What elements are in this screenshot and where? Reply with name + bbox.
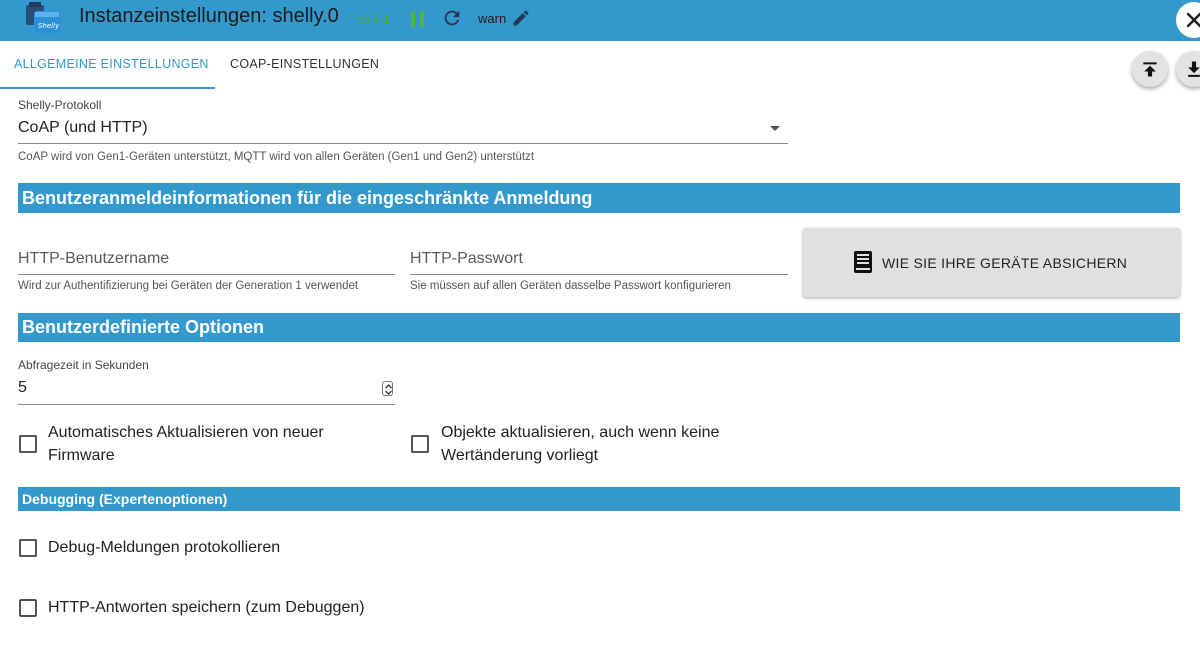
download-icon <box>1188 61 1200 77</box>
http-password-field[interactable]: HTTP-Passwort <box>410 250 523 268</box>
version-label: v6.6.1 <box>357 12 390 26</box>
http-username-helper: Wird zur Authentifizierung bei Geräten d… <box>18 280 359 292</box>
log-debug-label: Debug-Meldungen protokollieren <box>48 539 281 556</box>
protocol-helper-text: CoAP wird von Gen1-Geräten unterstützt, … <box>18 151 535 163</box>
upload-settings-button[interactable] <box>1132 51 1168 87</box>
svg-text:Shelly: Shelly <box>38 22 60 30</box>
reload-icon[interactable] <box>441 7 463 29</box>
page-title: Instanzeinstellungen: shelly.0 <box>79 5 339 27</box>
save-http-checkbox[interactable] <box>19 599 37 617</box>
update-unchanged-label: Objekte aktualisieren, auch wenn keine W… <box>441 424 720 464</box>
section-header-credentials: Benutzeranmeldeinformationen für die ein… <box>18 183 1180 213</box>
active-tab-indicator <box>0 87 215 89</box>
tab-coap-settings[interactable]: COAP-EINSTELLUNGEN <box>230 57 379 71</box>
section-header-custom-options: Benutzerdefinierte Optionen <box>18 313 1180 342</box>
poll-interval-underline <box>18 404 395 405</box>
save-http-label: HTTP-Antworten speichern (zum Debuggen) <box>48 599 365 616</box>
protocol-select-underline <box>18 143 788 144</box>
shelly-logo-icon: Shelly <box>22 1 62 37</box>
book-icon <box>854 251 872 273</box>
log-debug-checkbox[interactable] <box>19 539 37 557</box>
app-header: Shelly Instanzeinstellungen: shelly.0 v6… <box>0 0 1200 41</box>
log-level-label: warn <box>478 11 507 26</box>
http-username-field[interactable]: HTTP-Benutzername <box>18 250 169 268</box>
http-password-underline <box>410 274 788 275</box>
auto-update-checkbox[interactable] <box>19 435 37 453</box>
close-button[interactable] <box>1176 2 1200 38</box>
http-password-helper: Sie müssen auf allen Geräten dasselbe Pa… <box>410 280 731 292</box>
section-header-debugging: Debugging (Expertenoptionen) <box>18 487 1180 511</box>
pencil-icon[interactable] <box>511 8 531 28</box>
protocol-label: Shelly-Protokoll <box>18 98 102 112</box>
number-stepper[interactable] <box>382 381 393 396</box>
upload-to-top-icon <box>1143 62 1157 77</box>
http-username-underline <box>18 274 395 275</box>
protocol-select[interactable]: CoAP (und HTTP) <box>18 119 148 137</box>
pause-icon[interactable] <box>411 11 425 27</box>
close-icon <box>1186 12 1200 28</box>
update-unchanged-checkbox[interactable] <box>411 435 429 453</box>
secure-devices-guide-label: WIE SIE IHRE GERÄTE ABSICHERN <box>882 255 1128 271</box>
tab-general-settings[interactable]: ALLGEMEINE EINSTELLUNGEN <box>14 57 209 71</box>
tab-bar: ALLGEMEINE EINSTELLUNGEN COAP-EINSTELLUN… <box>0 41 1200 89</box>
stepper-arrows-icon <box>385 384 392 395</box>
poll-interval-input[interactable]: 5 <box>18 379 27 397</box>
auto-update-label: Automatisches Aktualisieren von neuer Fi… <box>48 424 324 464</box>
secure-devices-guide-button[interactable]: WIE SIE IHRE GERÄTE ABSICHERN <box>803 228 1180 297</box>
chevron-down-icon[interactable] <box>770 126 780 131</box>
poll-interval-label: Abfragezeit in Sekunden <box>18 358 149 372</box>
